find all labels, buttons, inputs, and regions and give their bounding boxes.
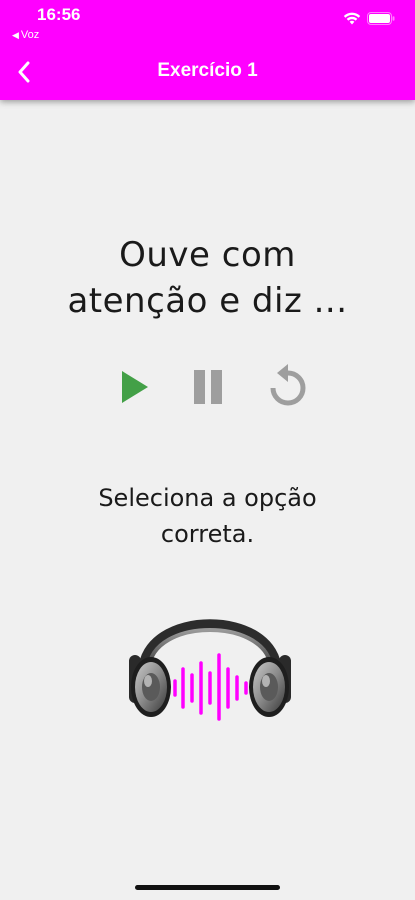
exercise-prompt: Ouve com atenção e diz ...: [20, 232, 395, 324]
status-back-to-app[interactable]: ◀ Voz: [12, 29, 39, 41]
prompt-line-1: Ouve com: [119, 235, 296, 275]
page-title: Exercício 1: [157, 60, 258, 81]
play-button[interactable]: [107, 362, 157, 412]
instruction-line-1: Seleciona a opção: [98, 484, 317, 512]
audio-controls: [0, 362, 415, 412]
instruction-text: Seleciona a opção correta.: [20, 480, 395, 552]
replay-button[interactable]: [263, 362, 313, 412]
headphones-soundwave-icon: [125, 603, 295, 723]
instruction-line-2: correta.: [160, 520, 255, 548]
play-icon: [122, 371, 148, 403]
app-header: 16:56 ◀ Voz Exercício 1: [0, 0, 415, 100]
wifi-icon: [343, 12, 361, 30]
prompt-line-2: atenção e diz ...: [67, 281, 348, 321]
back-triangle-icon: ◀: [12, 30, 19, 40]
status-back-label: Voz: [20, 29, 40, 41]
home-indicator[interactable]: [135, 885, 280, 890]
pause-icon: [194, 370, 222, 404]
pause-button[interactable]: [183, 362, 233, 412]
status-time: 16:56: [37, 5, 81, 24]
status-icons: [343, 12, 395, 30]
battery-icon: [367, 12, 395, 30]
replay-icon: [270, 364, 306, 406]
